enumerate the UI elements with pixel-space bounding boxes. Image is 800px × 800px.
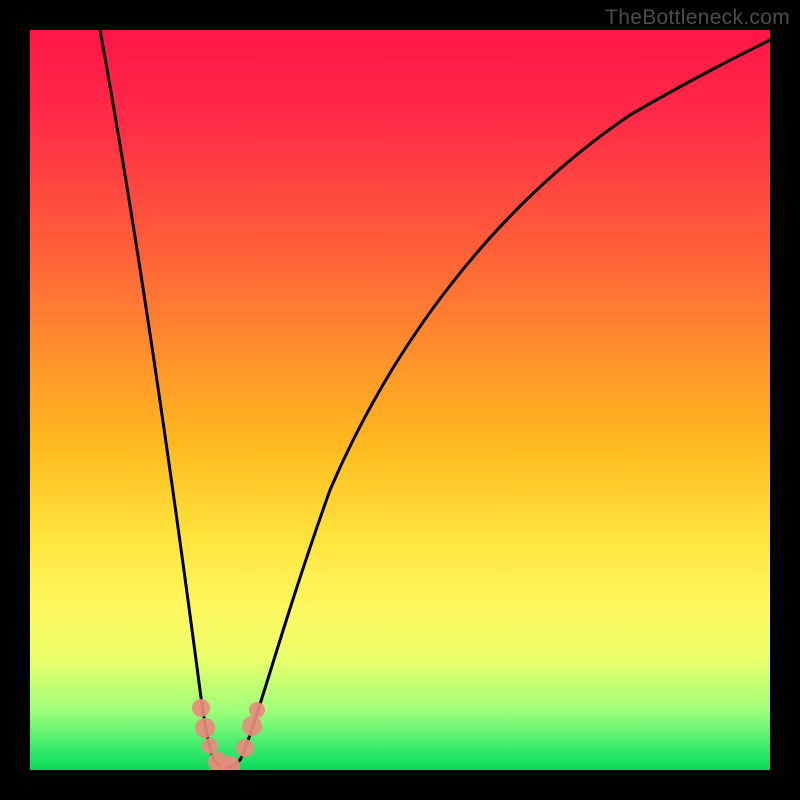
chart-frame: TheBottleneck.com [0,0,800,800]
watermark-text: TheBottleneck.com [605,6,790,30]
plot-area [30,30,770,770]
curve-path [100,30,770,768]
bottleneck-curve [30,30,770,770]
marker-cluster [192,699,265,770]
